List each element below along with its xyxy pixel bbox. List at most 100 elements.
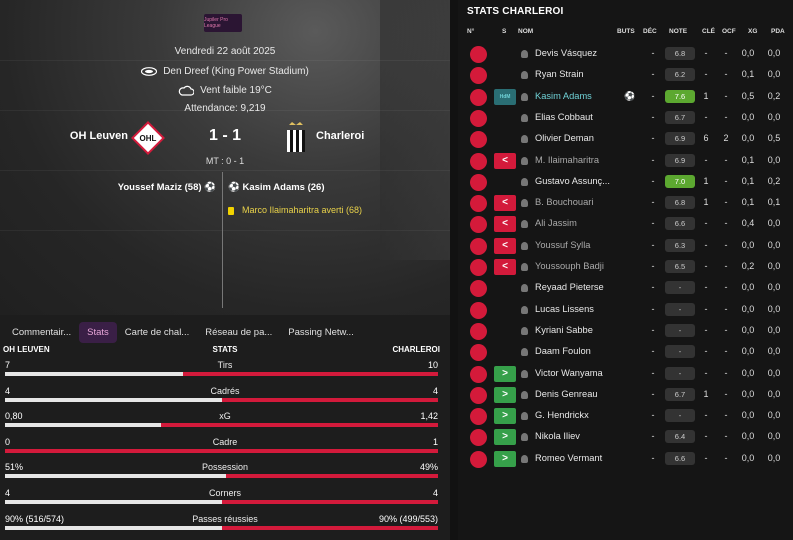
player-name[interactable]: Nikola Iliev	[535, 431, 580, 441]
player-stats-panel: STATS CHARLEROI N° S NOM BUTS DÉC NOTE C…	[458, 0, 793, 540]
match-date: Vendredi 22 août 2025	[174, 46, 276, 57]
away-team-name[interactable]: Charleroi	[316, 130, 364, 142]
player-name[interactable]: G. Hendrickx	[535, 410, 589, 420]
player-name[interactable]: Victor Wanyama	[535, 368, 603, 378]
col-key-passes[interactable]: CLÉ	[702, 28, 715, 35]
shirt-number-badge	[470, 46, 487, 63]
away-team-badge[interactable]	[285, 121, 307, 155]
player-table-header: N° S NOM BUTS DÉC NOTE CLÉ OCF XG PDA	[458, 28, 793, 40]
player-name[interactable]: Ryan Strain	[535, 69, 584, 79]
player-stat-xg: 0,0	[741, 367, 755, 378]
tab-passing-network[interactable]: Réseau de pa...	[197, 322, 280, 343]
col-rating[interactable]: NOTE	[669, 28, 687, 35]
player-name[interactable]: Reyaad Pieterse	[535, 282, 604, 292]
player-avatar-icon	[521, 326, 528, 335]
player-row[interactable]: > Denis Genreau - 1 - 0,0 0,0 6.7	[458, 384, 793, 405]
player-row[interactable]: Gustavo Assunç... - 1 - 0,1 0,2 7.0	[458, 171, 793, 192]
player-row[interactable]: HdM Kasim Adams ⚽ - 1 - 0,5 0,2 7.6	[458, 86, 793, 107]
player-stat-pda: 0,0	[767, 154, 781, 165]
weather-text: Vent faible 19°C	[200, 85, 272, 97]
col-xg[interactable]: XG	[748, 28, 757, 35]
player-stat-dec: -	[651, 154, 655, 165]
player-name[interactable]: Youssouph Badji	[535, 261, 604, 271]
player-name[interactable]: Denis Genreau	[535, 389, 598, 399]
player-stat-ocf: -	[724, 197, 728, 208]
tab-passing-network-en[interactable]: Passing Netw...	[280, 322, 361, 343]
player-row[interactable]: < B. Bouchouari - 1 - 0,1 0,1 6.8	[458, 192, 793, 213]
home-team-name[interactable]: OH Leuven	[40, 130, 128, 142]
player-name[interactable]: Romeo Vermant	[535, 453, 602, 463]
col-sub[interactable]: S	[502, 28, 506, 35]
player-name[interactable]: Lucas Lissens	[535, 304, 594, 314]
player-row[interactable]: > G. Hendrickx - - -0,0 0,0-	[458, 405, 793, 426]
away-goal-event: ⚽ Kasim Adams (26)	[228, 182, 325, 193]
stat-row: 4 Cadrés 4	[0, 386, 450, 411]
player-rating: -	[665, 345, 695, 359]
player-name[interactable]: Devis Vásquez	[535, 48, 597, 58]
shirt-number-badge	[470, 88, 487, 106]
cloud-icon	[178, 85, 195, 96]
player-row[interactable]: Ryan Strain - - - 0,1 0,0 6.2	[458, 64, 793, 85]
stat-bar-home-fill	[5, 500, 222, 504]
player-name[interactable]: Youssuf Sylla	[535, 240, 590, 250]
player-rating: -	[665, 366, 695, 380]
player-name[interactable]: B. Bouchouari	[535, 197, 593, 207]
player-row[interactable]: > Victor Wanyama - - -0,0 0,0-	[458, 363, 793, 384]
stat-bar-home-fill	[5, 474, 226, 479]
shirt-number-badge	[470, 195, 487, 213]
player-name[interactable]: Ali Jassim	[535, 218, 577, 228]
col-name[interactable]: NOM	[518, 28, 533, 35]
player-stat-cle: -	[704, 324, 708, 335]
player-row[interactable]: < M. Ilaimaharitra - - - 0,1 0,0 6.9	[458, 150, 793, 171]
player-stat-cle: -	[704, 282, 708, 293]
player-name[interactable]: M. Ilaimaharitra	[535, 155, 599, 165]
player-rating: -	[665, 302, 695, 316]
stat-bar	[5, 397, 438, 402]
player-row[interactable]: > Romeo Vermant - - - 0,0 0,0 6.6	[458, 448, 793, 469]
player-stat-dec: -	[651, 346, 655, 357]
player-row[interactable]: Olivier Deman - 6 2 0,0 0,5 6.9	[458, 128, 793, 149]
player-name[interactable]: Kasim Adams	[535, 91, 592, 101]
player-name[interactable]: Kyriani Sabbe	[535, 325, 593, 335]
col-goals[interactable]: BUTS	[617, 28, 635, 35]
tab-heatmap[interactable]: Carte de chal...	[117, 322, 197, 343]
player-row[interactable]: Devis Vásquez - - - 0,0 0,0 6.8	[458, 43, 793, 64]
stats-header: OH LEUVEN STATS CHARLEROI	[0, 345, 450, 359]
player-row[interactable]: Daam Foulon - - -0,0 0,0-	[458, 341, 793, 362]
col-dec[interactable]: DÉC	[643, 28, 657, 35]
shirt-number-badge	[470, 237, 487, 255]
player-row[interactable]: Reyaad Pieterse - - -0,0 0,0-	[458, 277, 793, 298]
player-stat-ocf: -	[724, 367, 728, 378]
player-stat-xg: 0,1	[741, 175, 755, 186]
tab-commentary[interactable]: Commentair...	[4, 322, 79, 343]
player-rating: 6.4	[665, 430, 695, 444]
col-ocf[interactable]: OCF	[722, 28, 736, 35]
player-stat-xg: 0,0	[741, 111, 755, 122]
shirt-number-badge	[470, 365, 487, 383]
stat-away-value: 10	[427, 360, 438, 370]
final-score: 1 - 1	[208, 127, 241, 144]
player-row[interactable]: < Youssouph Badji - - - 0,2 0,0 6.5	[458, 256, 793, 277]
player-name[interactable]: Olivier Deman	[535, 133, 594, 143]
player-stat-cle: 1	[703, 175, 709, 186]
player-row[interactable]: > Nikola Iliev - - - 0,0 0,0 6.4	[458, 426, 793, 447]
player-rating: 7.0	[665, 174, 695, 188]
player-name[interactable]: Daam Foulon	[535, 346, 591, 356]
player-row[interactable]: Elias Cobbaut - - - 0,0 0,0 6.7	[458, 107, 793, 128]
player-row[interactable]: < Ali Jassim - - - 0,4 0,0 6.6	[458, 213, 793, 234]
col-pda[interactable]: PDA	[771, 28, 785, 35]
player-stat-pda: 0,0	[767, 69, 781, 80]
player-rating: 6.8	[665, 196, 695, 210]
player-row[interactable]: Kyriani Sabbe - - -0,0 0,0-	[458, 320, 793, 341]
player-stat-ocf: -	[724, 452, 728, 463]
player-row[interactable]: < Youssuf Sylla - - - 0,0 0,0 6.3	[458, 235, 793, 256]
player-row[interactable]: Lucas Lissens - - -0,0 0,0-	[458, 299, 793, 320]
player-name[interactable]: Elias Cobbaut	[535, 112, 593, 122]
player-stat-dec: -	[651, 303, 655, 314]
player-name[interactable]: Gustavo Assunç...	[535, 176, 610, 186]
tab-stats[interactable]: Stats	[79, 321, 117, 343]
home-team-badge[interactable]: OHL	[131, 121, 165, 155]
player-avatar-icon	[521, 454, 528, 463]
col-number[interactable]: N°	[467, 28, 474, 35]
shirt-number-badge	[470, 450, 487, 468]
